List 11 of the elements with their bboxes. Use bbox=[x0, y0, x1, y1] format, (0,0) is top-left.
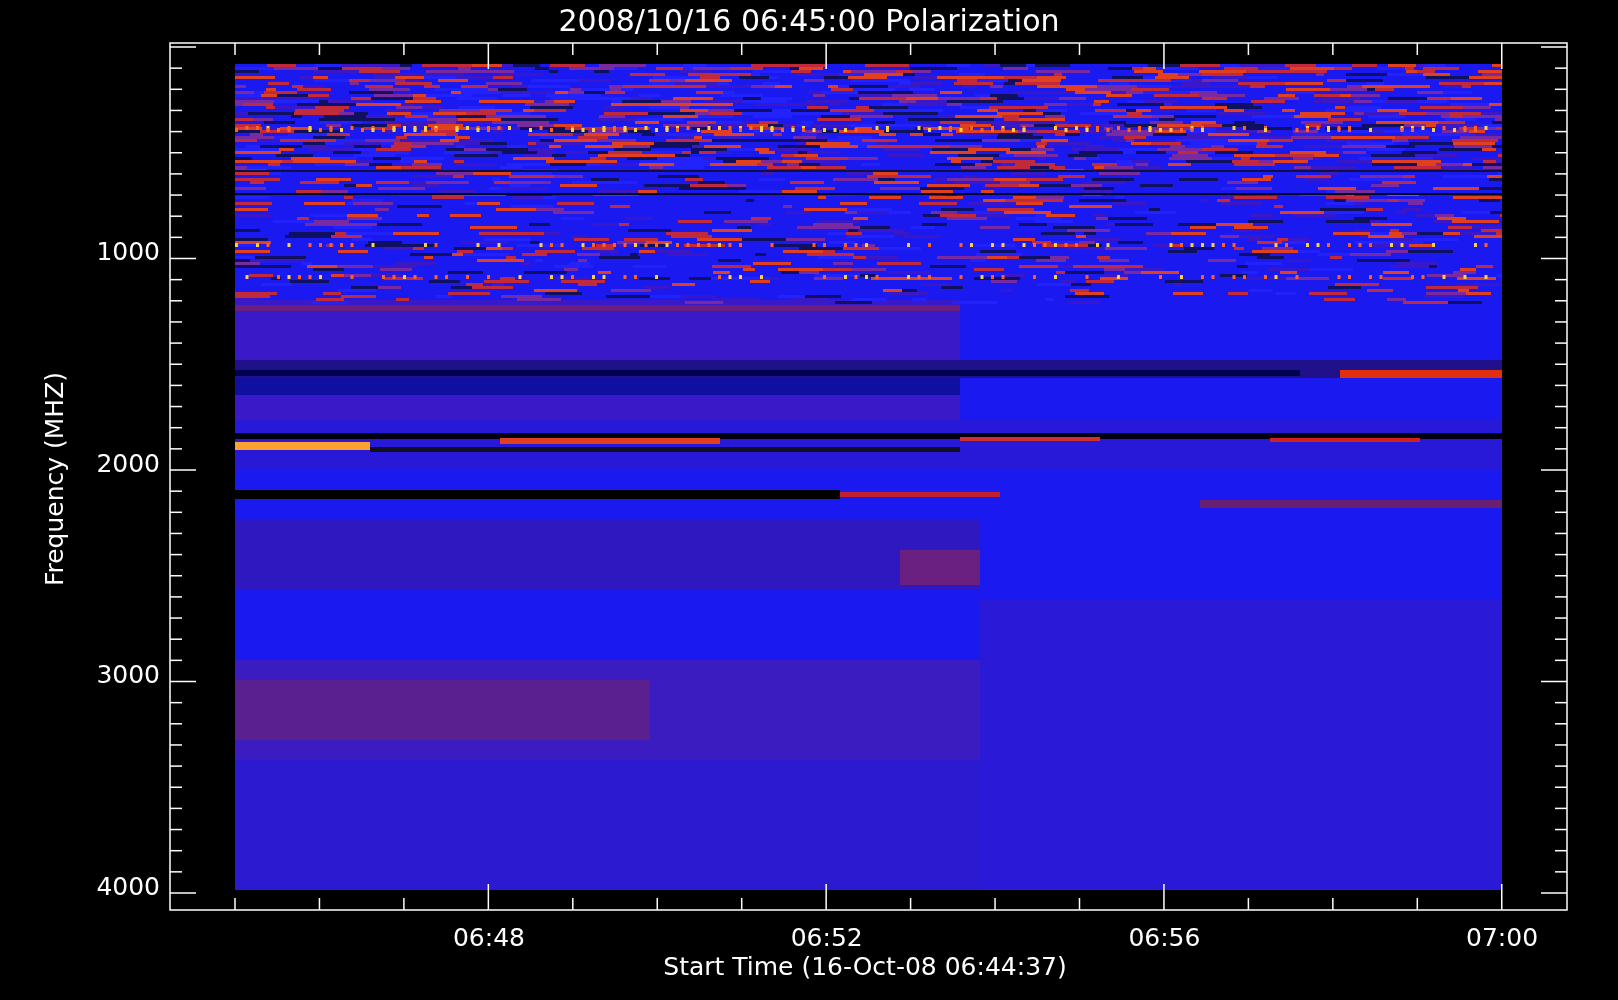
x-tick-label: 07:00 bbox=[1466, 923, 1539, 952]
y-tick-label: 3000 bbox=[96, 660, 160, 689]
y-axis-label: Frequency (MHZ) bbox=[40, 371, 69, 587]
x-tick-label: 06:48 bbox=[453, 923, 525, 952]
y-tick-label: 1000 bbox=[96, 237, 160, 266]
x-axis-label: Start Time (16-Oct-08 06:44:37) bbox=[663, 952, 1067, 981]
y-tick-label: 2000 bbox=[96, 448, 160, 478]
x-tick-label: 06:56 bbox=[1128, 923, 1201, 952]
chart-title: 2008/10/16 06:45:00 Polarization bbox=[558, 3, 1060, 38]
y-tick-label: 4000 bbox=[96, 871, 160, 901]
x-tick-label: 06:52 bbox=[790, 923, 863, 952]
